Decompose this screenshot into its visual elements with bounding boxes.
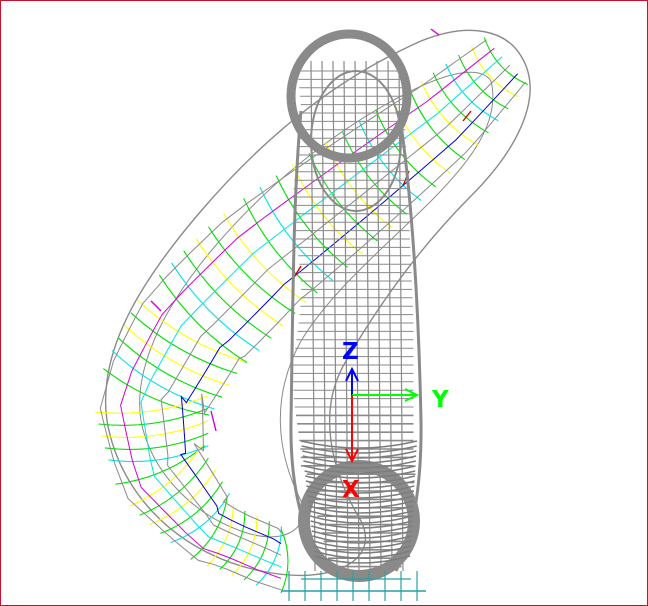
shell-accent-line xyxy=(150,300,162,312)
shell-rib-line xyxy=(208,226,296,314)
tower-ring-line xyxy=(307,500,414,509)
wireframe-model: Z Y X xyxy=(95,28,531,601)
tower-column xyxy=(376,60,382,572)
shell-rib-line xyxy=(108,445,209,463)
shell-rib-line xyxy=(115,445,206,485)
tower-ring-line xyxy=(300,440,418,449)
shell-rib-line xyxy=(183,250,272,339)
shell-accent-line xyxy=(210,410,217,432)
shell-rib-line xyxy=(231,515,258,576)
z-axis-label: Z xyxy=(342,339,359,365)
shell-rib-line xyxy=(280,528,289,594)
shell-accent-line xyxy=(430,28,440,36)
tower-column xyxy=(332,60,338,572)
x-axis-label: X xyxy=(342,477,360,503)
shell-rib-line xyxy=(195,238,284,327)
shell-rib-line xyxy=(470,46,519,98)
shell-rib-line xyxy=(160,481,223,534)
shell-rib-line xyxy=(149,469,216,525)
shell-rib-line xyxy=(432,72,489,134)
shell-rib-line xyxy=(206,503,235,567)
shell-rib-line xyxy=(408,88,466,161)
tower-ring-line xyxy=(311,530,412,539)
shell-rib-line xyxy=(171,262,260,351)
structural-model-viewport[interactable]: Z Y X xyxy=(0,0,648,606)
y-axis-label: Y xyxy=(431,387,449,413)
tower-ring-line xyxy=(310,525,413,534)
shell-rib-line xyxy=(458,54,509,110)
shell-rib-line xyxy=(158,274,248,364)
shell-rib-line xyxy=(243,521,270,581)
tower-ring-line xyxy=(306,490,415,499)
tower-column xyxy=(365,60,371,572)
